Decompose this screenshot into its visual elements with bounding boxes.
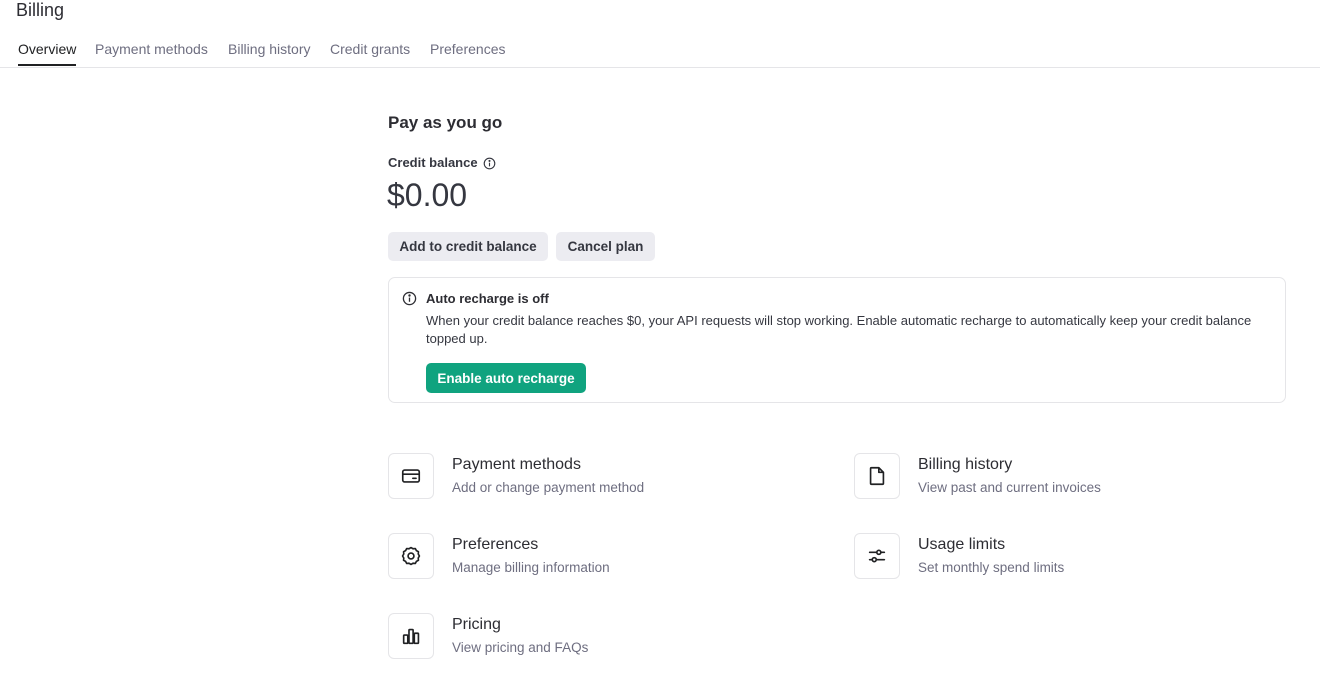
preferences-card[interactable]: Preferences Manage billing information	[388, 533, 788, 583]
card-title: Pricing	[452, 616, 501, 633]
card-title: Billing history	[918, 456, 1013, 473]
card-subtitle: Manage billing information	[452, 560, 610, 575]
card-subtitle: Set monthly spend limits	[918, 560, 1065, 575]
credit-balance-label-text: Credit balance	[388, 155, 478, 170]
cancel-plan-button[interactable]: Cancel plan	[556, 232, 655, 261]
card-subtitle: Add or change payment method	[452, 480, 645, 495]
tab-overview[interactable]: Overview	[18, 41, 77, 66]
auto-recharge-notice: Auto recharge is off When your credit ba…	[388, 277, 1286, 403]
add-credit-button[interactable]: Add to credit balance	[388, 232, 548, 261]
billing-history-card[interactable]: Billing history View past and current in…	[854, 453, 1254, 503]
card-subtitle: View past and current invoices	[918, 480, 1101, 495]
tab-bar: Overview Payment methods Billing history…	[0, 35, 1320, 68]
card-title: Usage limits	[918, 536, 1006, 553]
credit-balance-label: Credit balance	[388, 155, 496, 171]
info-icon	[402, 291, 417, 306]
card-subtitle: View pricing and FAQs	[452, 640, 589, 655]
credit-balance-value: $0.00	[387, 177, 468, 213]
card-title: Payment methods	[452, 456, 581, 473]
pricing-card[interactable]: Pricing View pricing and FAQs	[388, 613, 788, 663]
tab-credit-grants[interactable]: Credit grants	[330, 41, 410, 66]
document-icon	[854, 453, 900, 499]
plan-title: Pay as you go	[388, 113, 503, 132]
tab-payment-methods[interactable]: Payment methods	[95, 41, 208, 66]
tab-billing-history[interactable]: Billing history	[228, 41, 310, 66]
enable-auto-recharge-button[interactable]: Enable auto recharge	[426, 363, 586, 393]
card-title: Preferences	[452, 536, 539, 553]
sliders-icon	[854, 533, 900, 579]
page-title: Billing	[16, 0, 65, 20]
info-icon[interactable]	[483, 157, 496, 170]
notice-title: Auto recharge is off	[426, 291, 549, 306]
usage-limits-card[interactable]: Usage limits Set monthly spend limits	[854, 533, 1254, 583]
gear-icon	[388, 533, 434, 579]
bar-chart-icon	[388, 613, 434, 659]
tab-preferences[interactable]: Preferences	[430, 41, 505, 66]
notice-text: When your credit balance reaches $0, you…	[426, 313, 1252, 346]
credit-card-icon	[388, 453, 434, 499]
payment-methods-card[interactable]: Payment methods Add or change payment me…	[388, 453, 788, 503]
